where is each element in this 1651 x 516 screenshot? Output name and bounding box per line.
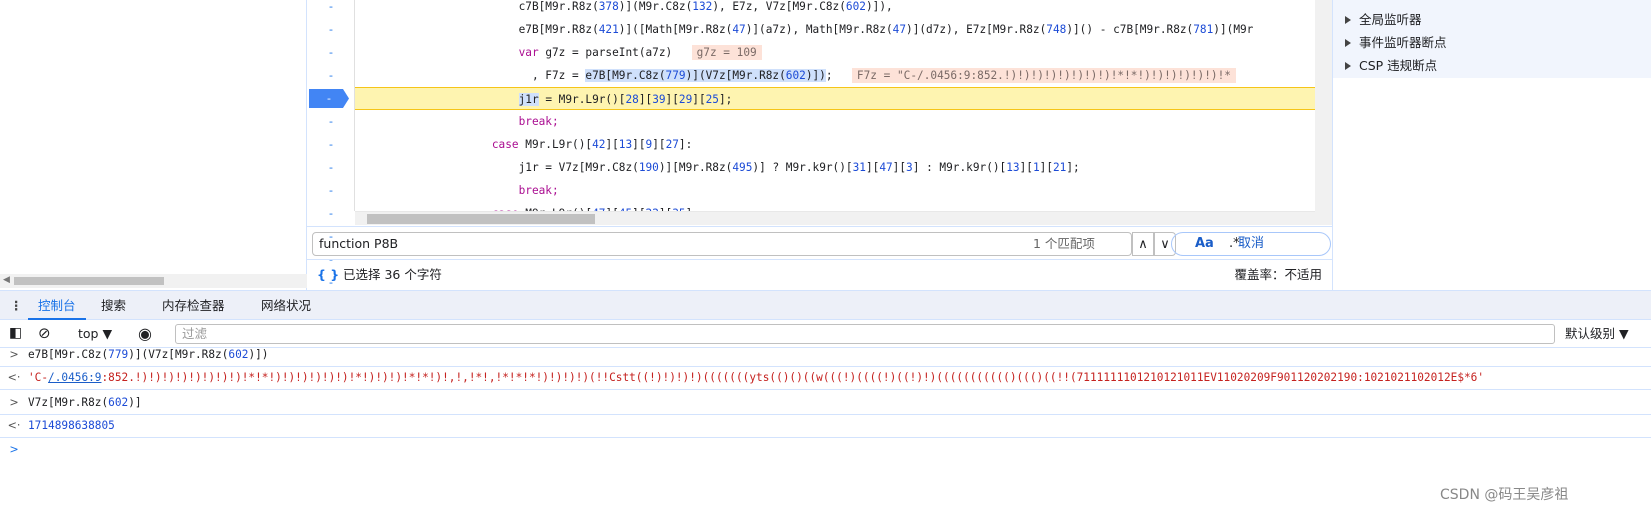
code-text: var g7z = parseInt(a7z) <box>518 46 673 59</box>
line-number[interactable]: - <box>307 18 355 41</box>
expand-triangle-icon <box>1345 62 1351 70</box>
code-line: c7B[M9r.R8z(378)](M9r.C8z(132), E7z, V7z… <box>355 0 1315 18</box>
previous-match-button[interactable]: ∧ <box>1132 232 1154 256</box>
navigator-pane: ◀ <box>0 0 307 290</box>
line-number[interactable]: - <box>307 41 355 64</box>
code-line: case M9r.L9r()[42][13][9][27]: <box>355 133 1315 156</box>
code-line: , F7z = e7B[M9r.C8z(779)](V7z[M9r.R8z(60… <box>355 64 1315 87</box>
scroll-left-icon[interactable]: ◀ <box>3 275 10 285</box>
code-text: c7B[M9r.R8z(378)](M9r.C8z(132), E7z, V7z… <box>518 0 893 13</box>
current-execution-line: j1r = M9r.L9r()[28][39][29][25]; <box>355 87 1315 110</box>
code-line: var g7z = parseInt(a7z) g7z = 109 <box>355 41 1315 64</box>
selection-info: 已选择 36 个字符 <box>343 267 442 282</box>
pretty-print-icon[interactable]: { } <box>317 260 339 290</box>
debugger-sidebar: 全局监听器 事件监听器断点 CSP 违规断点 <box>1332 0 1651 290</box>
line-number[interactable]: - <box>307 133 355 156</box>
code-text: case M9r.L9r()[42][13][9][27]: <box>491 138 693 151</box>
code-line: j1r = V7z[M9r.C8z(190)][M9r.R8z(495)] ? … <box>355 156 1315 179</box>
code-editor[interactable]: c7B[M9r.R8z(378)](M9r.C8z(132), E7z, V7z… <box>355 0 1315 211</box>
drawer-tab-bar: ⋮ 控制台 搜索 内存检查器 网络状况 <box>0 290 1651 320</box>
line-number[interactable]: - <box>307 110 355 133</box>
scrollbar-thumb[interactable] <box>367 214 595 224</box>
code-text: , F7z = e7B[M9r.C8z(779)](V7z[M9r.R8z(60… <box>518 69 833 82</box>
csp-violation-breakpoints-section[interactable]: CSP 违规断点 <box>1333 54 1651 77</box>
match-count: 1 个匹配项 <box>1033 236 1095 251</box>
filter-input[interactable]: 过滤 <box>175 324 1555 344</box>
code-line: break; <box>355 179 1315 202</box>
tab-network-conditions[interactable]: 网络状况 <box>261 291 311 320</box>
tab-console[interactable]: 控制台 <box>28 291 86 320</box>
breakpoint-marker[interactable]: - <box>309 89 349 108</box>
more-tools-icon[interactable]: ⋮ <box>10 291 23 320</box>
editor-status-bar: { } 已选择 36 个字符 覆盖率：不适用 <box>307 260 1332 290</box>
line-number[interactable]: - <box>307 202 355 225</box>
line-number[interactable]: - <box>307 64 355 87</box>
navigator-horizontal-scrollbar[interactable]: ◀ <box>0 274 307 288</box>
code-horizontal-scrollbar[interactable] <box>355 211 1315 225</box>
watermark: CSDN @码王吴彦祖 <box>1440 487 1569 503</box>
code-line: case M9r.L9r()[47][45][22][35]: <box>355 202 1315 211</box>
cancel-button[interactable]: 取消 <box>1171 232 1331 256</box>
scrollbar-thumb[interactable] <box>14 277 164 285</box>
code-text: break; <box>518 115 559 128</box>
expand-triangle-icon <box>1345 16 1351 24</box>
expand-triangle-icon <box>1345 39 1351 47</box>
find-bar: function P8B 1 个匹配项 ∧ ∨ Aa .* 取消 <box>307 226 1332 260</box>
line-number[interactable]: - <box>307 156 355 179</box>
search-input[interactable]: function P8B 1 个匹配项 <box>312 232 1132 256</box>
console-input: > V7z[M9r.R8z(602)] <box>0 391 1651 415</box>
console-output-string: <· 'C-/.0456:9:852.!)!)!)!)!)!)!)!)!*!*!)… <box>0 366 1651 390</box>
inline-value: F7z = "C-/.0456:9:852.!)!)!)!)!)!)!)!)!*… <box>851 68 1236 83</box>
console-prompt[interactable]: > <box>0 438 1651 462</box>
console-output-number: <· 1714898638805 <box>0 414 1651 438</box>
tab-search[interactable]: 搜索 <box>101 291 126 320</box>
line-number[interactable]: - <box>307 179 355 202</box>
global-listeners-section[interactable]: 全局监听器 <box>1333 8 1651 31</box>
code-vertical-scrollbar[interactable] <box>1315 0 1332 225</box>
console-input: > e7B[M9r.C8z(779)](V7z[M9r.R8z(602)]) <box>0 343 1651 367</box>
code-line: e7B[M9r.R8z(421)]([Math[M9r.R8z(47)](a7z… <box>355 18 1315 41</box>
line-number[interactable]: - <box>307 0 355 18</box>
code-line: break; <box>355 110 1315 133</box>
code-text: j1r = V7z[M9r.C8z(190)][M9r.R8z(495)] ? … <box>518 161 1080 174</box>
event-listener-breakpoints-section[interactable]: 事件监听器断点 <box>1333 31 1651 54</box>
tab-memory-inspector[interactable]: 内存检查器 <box>162 291 225 320</box>
coverage-info: 覆盖率：不适用 <box>1234 267 1322 282</box>
source-link[interactable]: /.0456:9 <box>48 371 101 384</box>
code-text: e7B[M9r.R8z(421)]([Math[M9r.R8z(47)](a7z… <box>518 23 1254 36</box>
inline-value: g7z = 109 <box>691 45 762 60</box>
code-text: j1r = M9r.L9r()[28][39][29][25]; <box>518 93 733 106</box>
code-text: break; <box>518 184 559 197</box>
